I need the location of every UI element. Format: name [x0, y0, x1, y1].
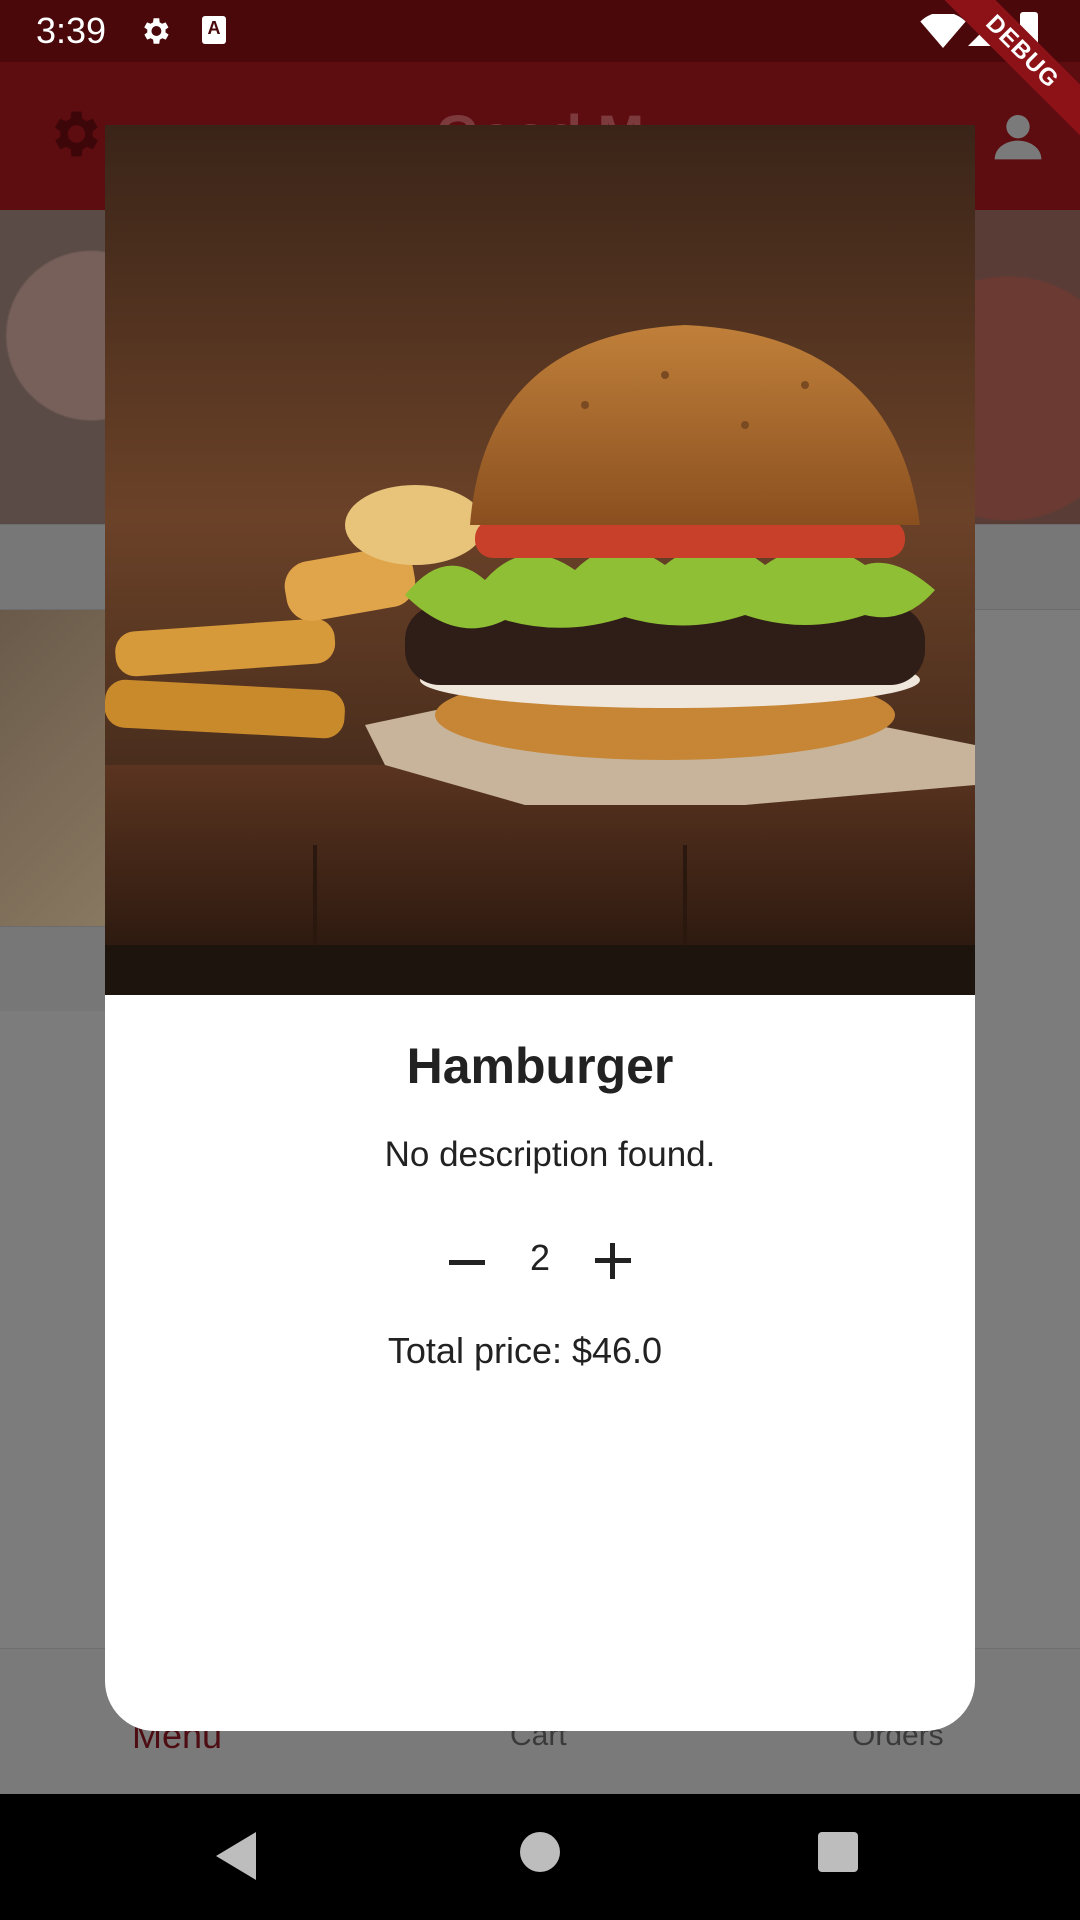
quantity-stepper: 2	[105, 1233, 975, 1293]
plus-icon[interactable]	[591, 1239, 635, 1283]
text-a-icon: A	[202, 16, 226, 44]
quantity-value: 2	[529, 1237, 551, 1278]
total-price: Total price: $46.0	[387, 1330, 663, 1371]
account-icon[interactable]	[990, 108, 1046, 164]
minus-icon[interactable]	[445, 1241, 489, 1285]
status-time: 3:39	[36, 10, 107, 51]
back-icon[interactable]	[216, 1832, 256, 1880]
system-navigation-bar	[0, 1794, 1080, 1920]
status-bar: 3:39 A	[0, 0, 1080, 62]
recents-icon[interactable]	[818, 1832, 858, 1872]
hamburger-photo	[105, 125, 975, 995]
item-description: No description found.	[384, 1135, 716, 1174]
menu-item-image[interactable]	[960, 210, 1080, 524]
gear-icon	[144, 18, 169, 44]
wifi-icon	[920, 14, 966, 48]
item-detail-dialog: Hamburger No description found. 2 Total …	[105, 125, 975, 1731]
home-icon[interactable]	[520, 1832, 560, 1872]
item-title: Hamburger	[406, 1038, 674, 1094]
